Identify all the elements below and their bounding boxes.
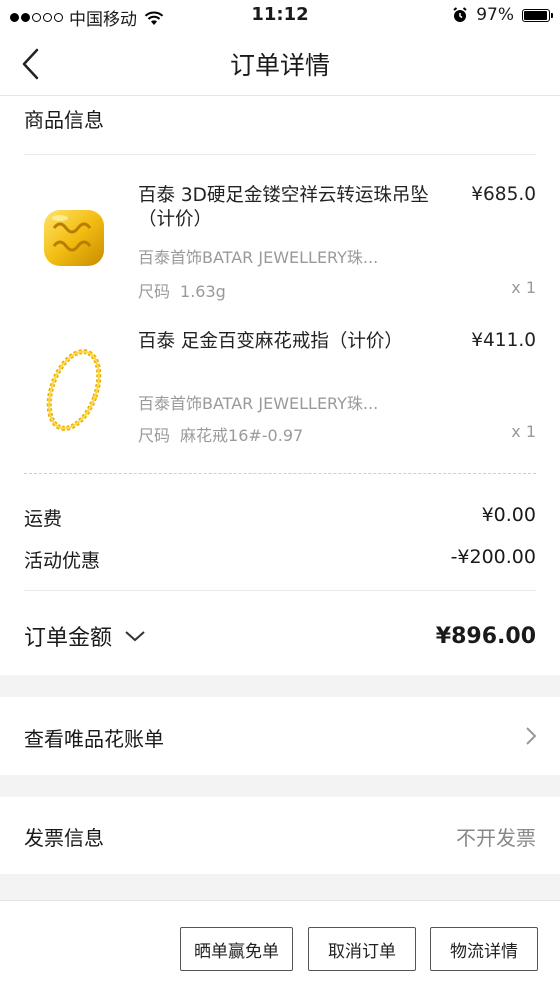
chevron-down-icon bbox=[125, 631, 145, 642]
dashed-divider bbox=[24, 473, 536, 474]
discount-row: 活动优惠 -¥200.00 bbox=[24, 546, 536, 573]
product-brand: 百泰首饰BATAR JEWELLERY珠... bbox=[138, 248, 379, 267]
section-gap bbox=[0, 675, 560, 697]
view-bill-row[interactable]: 查看唯品花账单 bbox=[0, 697, 560, 775]
discount-value: -¥200.00 bbox=[450, 546, 536, 568]
section-gap bbox=[0, 874, 560, 900]
product-brand: 百泰首饰BATAR JEWELLERY珠... bbox=[138, 394, 379, 413]
logistics-detail-button[interactable]: 物流详情 bbox=[430, 927, 538, 971]
chevron-right-icon bbox=[526, 727, 537, 745]
product-spec: 尺码 麻花戒16#-0.97 bbox=[138, 422, 303, 446]
spec-label: 尺码 bbox=[138, 426, 171, 445]
section-gap bbox=[0, 775, 560, 797]
view-bill-label: 查看唯品花账单 bbox=[24, 727, 164, 751]
shipping-fee-value: ¥0.00 bbox=[481, 504, 536, 526]
product-name[interactable]: 百泰 足金百变麻花戒指（计价） bbox=[138, 330, 438, 354]
product-price: ¥411.0 bbox=[471, 330, 536, 351]
share-free-order-button[interactable]: 晒单赢免单 bbox=[180, 927, 293, 971]
product-spec: 尺码 1.63g bbox=[138, 278, 226, 302]
invoice-label: 发票信息 bbox=[24, 826, 104, 850]
spec-value: 麻花戒16#-0.97 bbox=[180, 426, 304, 445]
goods-section-title: 商品信息 bbox=[24, 108, 104, 132]
nav-bar: 订单详情 bbox=[0, 32, 560, 96]
order-total-label: 订单金额 bbox=[24, 626, 113, 651]
invoice-row[interactable]: 发票信息 不开发票 bbox=[0, 796, 560, 874]
spec-value: 1.63g bbox=[180, 282, 226, 301]
discount-label: 活动优惠 bbox=[24, 550, 101, 572]
alarm-icon bbox=[453, 7, 467, 22]
product-price: ¥685.0 bbox=[471, 184, 536, 205]
status-right: 97% bbox=[452, 5, 553, 25]
battery-icon bbox=[522, 8, 553, 22]
status-bar: 中国移动 11:12 97% bbox=[0, 0, 560, 32]
spec-label: 尺码 bbox=[138, 282, 171, 301]
order-total-value: ¥896.00 bbox=[435, 623, 536, 649]
invoice-value: 不开发票 bbox=[456, 826, 536, 850]
cancel-order-button[interactable]: 取消订单 bbox=[308, 927, 416, 971]
section-divider bbox=[24, 590, 536, 591]
section-divider bbox=[24, 154, 536, 155]
product-name[interactable]: 百泰 3D硬足金镂空祥云转运珠吊坠（计价） bbox=[138, 184, 438, 232]
shipping-fee-label: 运费 bbox=[24, 508, 63, 530]
battery-percent: 97% bbox=[476, 5, 514, 25]
gold-ring-icon bbox=[46, 349, 102, 431]
gold-bead-icon bbox=[44, 210, 104, 266]
order-total-toggle[interactable]: 订单金额 bbox=[24, 620, 146, 652]
bottom-action-bar: 晒单赢免单 取消订单 物流详情 bbox=[0, 900, 560, 996]
product-quantity: x 1 bbox=[511, 278, 536, 297]
product-quantity: x 1 bbox=[511, 422, 536, 441]
order-total-row[interactable]: 订单金额 ¥896.00 bbox=[24, 620, 536, 652]
shipping-fee-row: 运费 ¥0.00 bbox=[24, 504, 536, 531]
page-title: 订单详情 bbox=[229, 51, 330, 80]
